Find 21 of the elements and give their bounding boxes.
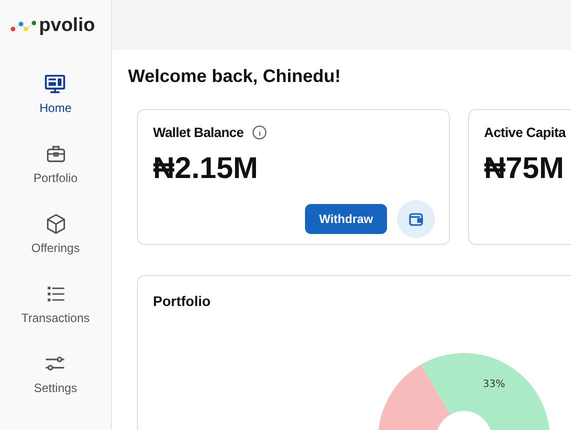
sidebar-item[interactable]: Home [39,59,72,129]
cube-icon [44,213,66,235]
logo-icon [10,20,36,32]
donut-chart-drawing: 33% [378,353,550,430]
info-icon[interactable] [252,125,267,140]
card-value: ₦2.15M [153,152,260,186]
greeting-heading: Welcome back, Chinedu! [128,66,342,87]
wallet-icon [408,211,424,227]
sidebar-item[interactable]: Portfolio [33,129,78,199]
withdraw-button[interactable]: Withdraw [305,204,387,234]
monitor-icon [44,73,66,95]
sidebar-item[interactable]: Settings [34,339,78,409]
brand-name: pvolio [39,15,95,37]
wallet-button[interactable] [397,200,435,238]
briefcase-icon [44,143,66,165]
sidebar-item[interactable]: Transactions [21,269,90,339]
card-title: Active Capita [484,125,566,140]
card-value: ₦75M [484,152,566,186]
card-title: Wallet Balance [153,125,244,140]
card-title: Portfolio [153,293,212,309]
sidebar-item[interactable]: Offerings [31,199,80,269]
